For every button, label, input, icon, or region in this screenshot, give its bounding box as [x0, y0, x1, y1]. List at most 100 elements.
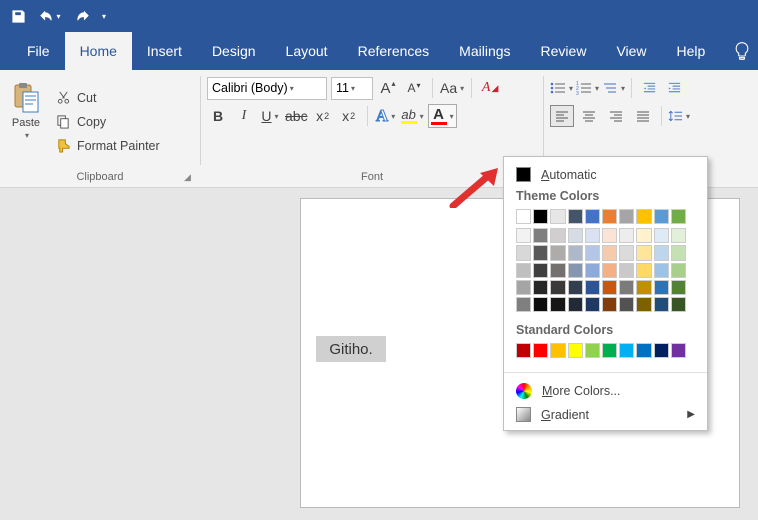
color-swatch[interactable]: [585, 343, 600, 358]
color-swatch[interactable]: [619, 297, 634, 312]
color-swatch[interactable]: [568, 343, 583, 358]
tab-insert[interactable]: Insert: [132, 32, 197, 70]
color-swatch[interactable]: [602, 280, 617, 295]
customize-qat-icon[interactable]: ▾: [98, 4, 110, 28]
color-swatch[interactable]: [602, 245, 617, 260]
color-swatch[interactable]: [671, 343, 686, 358]
color-swatch[interactable]: [636, 209, 651, 224]
color-swatch[interactable]: [533, 228, 548, 243]
color-swatch[interactable]: [533, 297, 548, 312]
color-swatch[interactable]: [585, 263, 600, 278]
color-swatch[interactable]: [602, 343, 617, 358]
paste-button[interactable]: Paste ▾: [6, 74, 46, 146]
color-swatch[interactable]: [516, 297, 531, 312]
tab-references[interactable]: References: [343, 32, 445, 70]
multilevel-list-button[interactable]: ▾: [602, 76, 625, 100]
color-swatch[interactable]: [619, 209, 634, 224]
line-spacing-button[interactable]: ▾: [668, 104, 690, 128]
bold-button[interactable]: B: [207, 104, 229, 128]
color-swatch[interactable]: [568, 228, 583, 243]
color-swatch[interactable]: [568, 209, 583, 224]
color-swatch[interactable]: [550, 228, 565, 243]
grow-font-button[interactable]: A▴: [377, 76, 399, 100]
color-swatch[interactable]: [654, 228, 669, 243]
color-swatch[interactable]: [671, 280, 686, 295]
tab-design[interactable]: Design: [197, 32, 271, 70]
highlight-button[interactable]: ab▾: [401, 104, 424, 128]
color-swatch[interactable]: [619, 263, 634, 278]
color-swatch[interactable]: [533, 280, 548, 295]
align-right-button[interactable]: [604, 105, 628, 127]
color-swatch[interactable]: [550, 263, 565, 278]
color-swatch[interactable]: [585, 280, 600, 295]
color-swatch[interactable]: [654, 297, 669, 312]
tab-view[interactable]: View: [601, 32, 661, 70]
bullets-button[interactable]: ▾: [550, 76, 573, 100]
color-swatch[interactable]: [619, 228, 634, 243]
color-swatch[interactable]: [636, 280, 651, 295]
decrease-indent-button[interactable]: [638, 76, 660, 100]
color-swatch[interactable]: [602, 263, 617, 278]
dialog-launcher-icon[interactable]: ◢: [184, 172, 196, 184]
color-swatch[interactable]: [654, 245, 669, 260]
align-left-button[interactable]: [550, 105, 574, 127]
automatic-color-item[interactable]: Automatic: [504, 163, 707, 186]
color-swatch[interactable]: [550, 280, 565, 295]
color-swatch[interactable]: [533, 209, 548, 224]
color-swatch[interactable]: [602, 209, 617, 224]
color-swatch[interactable]: [516, 245, 531, 260]
superscript-button[interactable]: x2: [338, 104, 360, 128]
color-swatch[interactable]: [636, 263, 651, 278]
strikethrough-button[interactable]: abc: [285, 104, 308, 128]
color-swatch[interactable]: [568, 263, 583, 278]
align-center-button[interactable]: [577, 105, 601, 127]
tab-help[interactable]: Help: [662, 32, 721, 70]
shrink-font-button[interactable]: A▾: [403, 76, 425, 100]
color-swatch[interactable]: [585, 245, 600, 260]
color-swatch[interactable]: [516, 263, 531, 278]
redo-icon[interactable]: [70, 4, 94, 28]
gradient-item[interactable]: Gradient ▶: [504, 403, 707, 426]
save-icon[interactable]: [6, 4, 30, 28]
color-swatch[interactable]: [602, 297, 617, 312]
tab-home[interactable]: Home: [65, 32, 132, 70]
color-swatch[interactable]: [568, 280, 583, 295]
tab-layout[interactable]: Layout: [271, 32, 343, 70]
copy-button[interactable]: Copy: [52, 111, 164, 133]
color-swatch[interactable]: [533, 245, 548, 260]
tab-review[interactable]: Review: [526, 32, 602, 70]
color-swatch[interactable]: [636, 228, 651, 243]
color-swatch[interactable]: [636, 343, 651, 358]
color-swatch[interactable]: [585, 228, 600, 243]
tab-mailings[interactable]: Mailings: [444, 32, 525, 70]
color-swatch[interactable]: [516, 228, 531, 243]
color-swatch[interactable]: [654, 263, 669, 278]
color-swatch[interactable]: [533, 263, 548, 278]
font-name-select[interactable]: Calibri (Body) ▾: [207, 77, 327, 100]
selected-text[interactable]: Gitiho.: [316, 336, 386, 362]
color-swatch[interactable]: [585, 297, 600, 312]
color-swatch[interactable]: [636, 245, 651, 260]
color-swatch[interactable]: [550, 245, 565, 260]
color-swatch[interactable]: [671, 263, 686, 278]
color-swatch[interactable]: [516, 343, 531, 358]
color-swatch[interactable]: [568, 297, 583, 312]
cut-button[interactable]: Cut: [52, 87, 164, 109]
underline-button[interactable]: U▾: [259, 104, 281, 128]
increase-indent-button[interactable]: [663, 76, 685, 100]
color-swatch[interactable]: [619, 343, 634, 358]
change-case-button[interactable]: Aa▾: [440, 76, 464, 100]
color-swatch[interactable]: [516, 280, 531, 295]
justify-button[interactable]: [631, 105, 655, 127]
color-swatch[interactable]: [671, 297, 686, 312]
color-swatch[interactable]: [568, 245, 583, 260]
more-colors-item[interactable]: More Colors...: [504, 379, 707, 403]
clear-formatting-button[interactable]: A◢: [479, 76, 501, 100]
italic-button[interactable]: I: [233, 104, 255, 128]
color-swatch[interactable]: [636, 297, 651, 312]
color-swatch[interactable]: [619, 280, 634, 295]
color-swatch[interactable]: [619, 245, 634, 260]
color-swatch[interactable]: [671, 228, 686, 243]
color-swatch[interactable]: [602, 228, 617, 243]
numbering-button[interactable]: 123▾: [576, 76, 599, 100]
